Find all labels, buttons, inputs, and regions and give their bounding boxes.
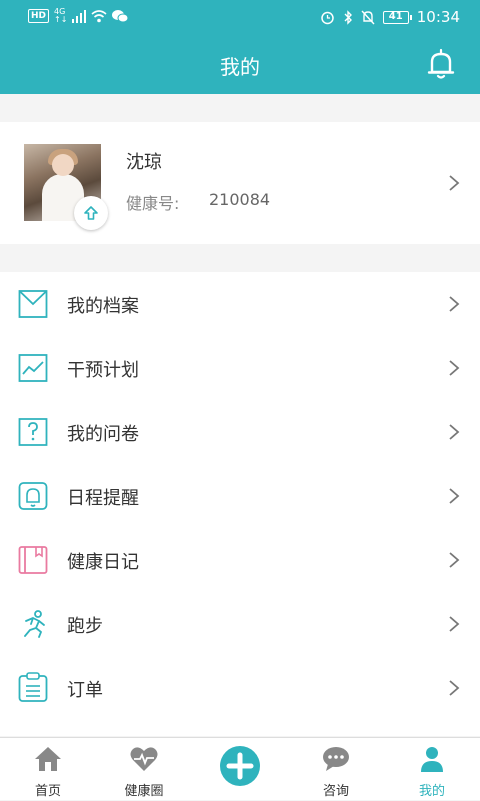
status-left: HD 4G ↑↓ [28, 8, 129, 24]
heart-pulse-icon [130, 747, 158, 771]
network-indicator: 4G ↑↓ [54, 8, 67, 24]
tab-mine[interactable]: 我的 [384, 738, 480, 801]
status-bar: HD 4G ↑↓ 41 10:34 [0, 0, 480, 34]
menu-item-schedule-reminder[interactable]: 日程提醒 [0, 464, 480, 528]
menu-label: 订单 [67, 680, 103, 701]
notification-bell-icon[interactable] [426, 48, 456, 80]
network-sub: ↑↓ [54, 15, 68, 24]
chevron-right-icon [449, 680, 460, 696]
menu-item-records[interactable]: 我的档案 [0, 272, 480, 336]
menu-label: 日程提醒 [67, 488, 139, 509]
diary-book-icon [18, 546, 48, 574]
line-chart-icon [18, 354, 48, 382]
chevron-right-icon [449, 552, 460, 568]
signal-icon [72, 9, 87, 23]
chevron-right-icon [449, 360, 460, 376]
menu-label: 我的档案 [67, 296, 139, 317]
bluetooth-icon [344, 9, 352, 25]
menu-item-health-diary[interactable]: 健康日记 [0, 528, 480, 592]
menu-label: 我的问卷 [67, 424, 139, 445]
menu-item-orders[interactable]: 订单 [0, 656, 480, 720]
avatar-upload-button[interactable] [74, 196, 108, 230]
menu-label: 跑步 [67, 616, 103, 637]
wechat-icon [112, 9, 129, 22]
health-id-label: 健康号: [126, 194, 180, 213]
alarm-icon [321, 11, 334, 24]
profile-name: 沈琼 [126, 152, 162, 173]
avatar-figure-face [52, 154, 74, 176]
runner-icon [24, 610, 45, 638]
menu-item-questionnaire[interactable]: 我的问卷 [0, 400, 480, 464]
health-id-value: 210084 [209, 190, 271, 209]
menu-label: 健康日记 [67, 552, 139, 573]
menu-label: 干预计划 [67, 360, 139, 381]
question-doc-icon [18, 418, 48, 446]
chevron-right-icon [449, 488, 460, 504]
chevron-right-icon [449, 296, 460, 312]
wifi-icon [91, 9, 107, 22]
chevron-right-icon [449, 616, 460, 632]
menu-item-running[interactable]: 跑步 [0, 592, 480, 656]
add-button[interactable] [220, 746, 260, 786]
status-right: 41 10:34 [320, 8, 460, 26]
status-time: 10:34 [416, 8, 460, 26]
plus-icon [226, 752, 254, 780]
tab-label: 首页 [34, 784, 61, 799]
user-icon [421, 747, 443, 772]
home-icon [35, 747, 61, 771]
menu-item-intervention-plan[interactable]: 干预计划 [0, 336, 480, 400]
chat-icon [323, 747, 349, 771]
clipboard-icon [18, 672, 48, 702]
mute-icon [361, 10, 375, 24]
tab-home[interactable]: 首页 [0, 738, 96, 801]
top-bar: 我的 [0, 34, 480, 94]
chevron-right-icon [449, 424, 460, 440]
tab-label: 咨询 [322, 784, 349, 799]
upload-arrow-icon [84, 206, 98, 220]
tab-label: 我的 [418, 784, 445, 799]
battery-icon: 41 [382, 10, 412, 24]
tab-health-circle[interactable]: 健康圈 [96, 738, 192, 801]
menu-list: 我的档案 干预计划 我的问卷 日程提醒 健康日记 跑步 订单 [0, 272, 480, 736]
envelope-icon [18, 290, 48, 318]
bell-outline-icon [18, 482, 48, 510]
profile-card[interactable]: 沈琼 健康号: 210084 [0, 122, 480, 244]
hd-badge: HD [28, 9, 50, 23]
page-title: 我的 [220, 55, 260, 79]
chevron-right-icon[interactable] [448, 174, 460, 192]
tab-consult[interactable]: 咨询 [288, 738, 384, 801]
tab-label: 健康圈 [124, 784, 164, 799]
